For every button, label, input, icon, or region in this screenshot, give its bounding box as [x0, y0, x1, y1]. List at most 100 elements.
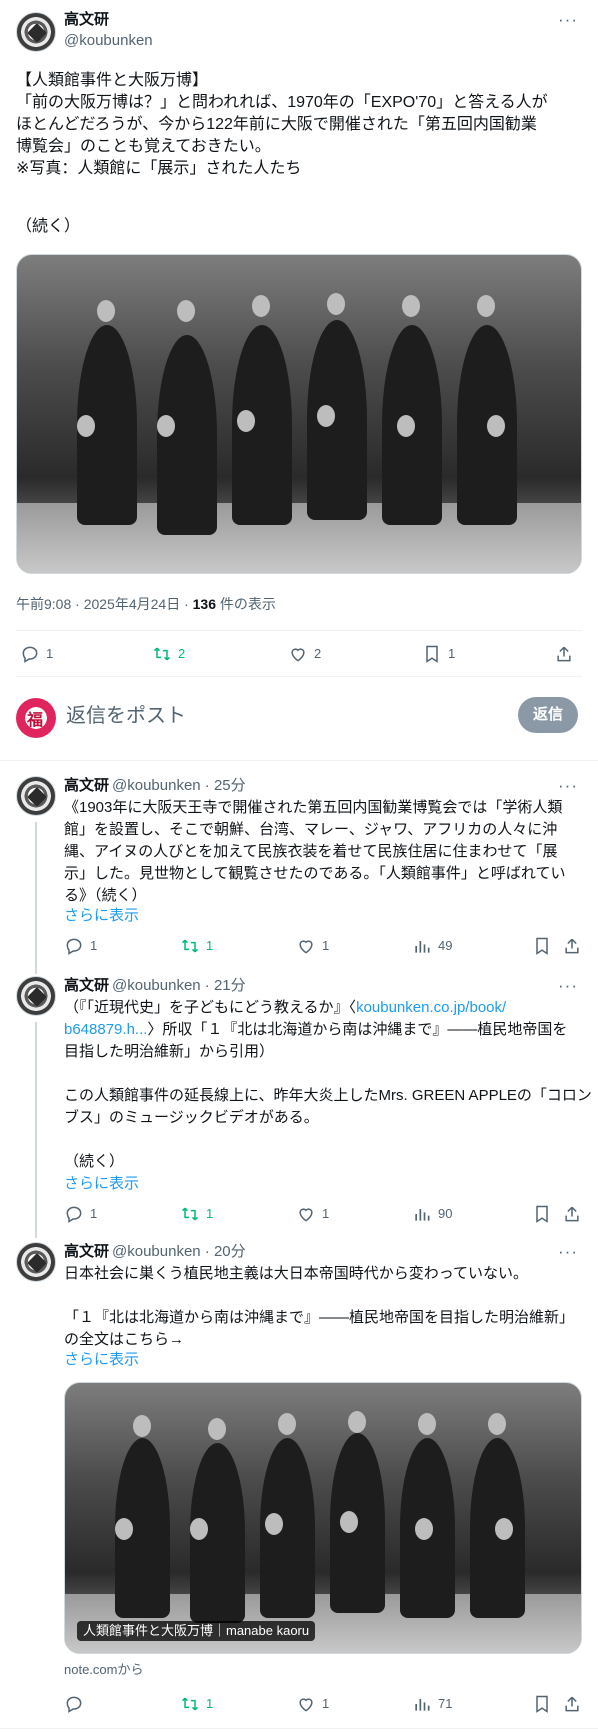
reply-author-name[interactable]: 高文研 [64, 976, 109, 996]
post-timestamp[interactable]: 午前9:08 · 2025年4月24日 · 136 件の表示 [16, 594, 276, 614]
show-more-link[interactable]: さらに表示 [64, 906, 139, 926]
post-text-line: 【人類館事件と大阪万博】 [16, 72, 209, 89]
photo-face [133, 1415, 151, 1437]
reply-text-line: る》（続く） [64, 887, 147, 904]
reply-button[interactable]: 1 [64, 936, 97, 956]
reply-text-line: の全文はこちら→ [64, 1331, 185, 1348]
post-photo[interactable] [16, 254, 582, 574]
link-card-title: 人類館事件と大阪万博｜manabe kaoru [77, 1621, 316, 1641]
photo-face [115, 1518, 133, 1540]
reply-author-name[interactable]: 高文研 [64, 1242, 109, 1262]
bookmark-button[interactable]: 1 [422, 644, 455, 664]
like-button[interactable]: 2 [288, 644, 321, 664]
views-count: 49 [438, 938, 453, 953]
share-button[interactable] [562, 1204, 582, 1224]
views-button[interactable]: 49 [412, 936, 452, 956]
author-avatar[interactable] [16, 12, 56, 52]
reply-author-handle[interactable]: @koubunken · 20分 [112, 1242, 246, 1262]
reply-author-handle[interactable]: @koubunken · 21分 [112, 976, 246, 996]
reply-text-line: ブス」のミュージックビデオがある。 [64, 1109, 319, 1126]
post-text-line: ほとんどだろうが、今から122年前に大阪で開催された「第五回内国勧業 [16, 116, 537, 133]
current-user-avatar[interactable]: 福 [16, 698, 56, 738]
views-button[interactable]: 90 [412, 1204, 452, 1224]
reply-icon [66, 1696, 82, 1713]
photo-face [177, 300, 195, 322]
share-button[interactable] [562, 936, 582, 956]
bookmark-count: 1 [448, 646, 456, 661]
reply-count: 1 [90, 938, 98, 953]
post-text-line: （続く） [16, 218, 81, 235]
reply-button[interactable] [64, 1694, 84, 1714]
views-icon [415, 1209, 430, 1221]
retweet-count: 1 [206, 1696, 214, 1711]
bookmark-button[interactable] [532, 936, 552, 956]
like-button[interactable]: 1 [296, 936, 329, 956]
like-button[interactable]: 1 [296, 1204, 329, 1224]
reply-input[interactable]: 返信をポスト [66, 704, 186, 728]
reply-avatar[interactable] [16, 1242, 56, 1282]
photo-face [477, 295, 495, 317]
more-options-icon[interactable]: ··· [558, 10, 578, 30]
author-name[interactable]: 高文研 [64, 10, 109, 30]
source-link[interactable]: koubunken.co.jp/book/ [356, 999, 506, 1016]
more-options-icon[interactable]: ··· [558, 1242, 578, 1262]
current-user-avatar-glyph: 福 [27, 712, 44, 729]
photo-face [190, 1518, 208, 1540]
heart-icon [299, 1698, 313, 1712]
link-card-photo[interactable]: 人類館事件と大阪万博｜manabe kaoru [64, 1382, 582, 1654]
photo-face [495, 1518, 513, 1540]
reply-author-name[interactable]: 高文研 [64, 776, 109, 796]
bookmark-icon [536, 937, 548, 955]
retweet-button[interactable]: 2 [152, 644, 185, 664]
show-more-link[interactable]: さらに表示 [64, 1174, 139, 1194]
photo-face [252, 295, 270, 317]
reply-icon [66, 938, 82, 955]
reply-text-line: （『「近現代史」を子どもにどう教えるか』〈koubunken.co.jp/boo… [64, 998, 506, 1018]
like-count: 2 [314, 646, 322, 661]
post-text-line: 「前の大阪万博は？」と問われれば、1970年の「EXPO'70」と答える人が [16, 94, 548, 111]
like-count: 1 [322, 938, 330, 953]
reply-text-line: b648879.h...〉所収「１『北は北海道から南は沖縄まで』――植民地帝国を [64, 1020, 567, 1040]
divider [16, 676, 582, 677]
bookmark-button[interactable] [532, 1204, 552, 1224]
more-options-icon[interactable]: ··· [558, 976, 578, 996]
retweet-icon [181, 1207, 199, 1221]
reply-text-fragment: 〉所収「１『北は北海道から南は沖縄まで』――植民地帝国を [147, 1021, 568, 1038]
photo-face [418, 1413, 436, 1435]
retweet-button[interactable]: 1 [180, 936, 213, 956]
reply-button[interactable]: 1 [20, 644, 53, 664]
retweet-button[interactable]: 1 [180, 1204, 213, 1224]
photo-face [208, 1418, 226, 1440]
bookmark-button[interactable] [532, 1694, 552, 1714]
views-button[interactable]: 71 [412, 1694, 452, 1714]
reply-text-line: 《1903年に大阪天王寺で開催された第五回内国勧業博覧会では「学術人類 [64, 799, 563, 816]
more-options-icon[interactable]: ··· [558, 776, 578, 796]
heart-icon [291, 648, 305, 662]
views-icon [415, 1699, 430, 1711]
reply-avatar[interactable] [16, 976, 56, 1016]
share-button[interactable] [554, 644, 574, 664]
views-count: 136 [192, 596, 216, 612]
reply-avatar[interactable] [16, 776, 56, 816]
post-time[interactable]: 午前9:08 · 2025年4月24日 · [16, 596, 193, 612]
share-button[interactable] [562, 1694, 582, 1714]
source-link[interactable]: b648879.h... [64, 1021, 147, 1038]
show-more-link[interactable]: さらに表示 [64, 1350, 139, 1370]
like-button[interactable]: 1 [296, 1694, 329, 1714]
reply-button[interactable]: 1 [64, 1204, 97, 1224]
link-card-source[interactable]: note.comから [64, 1662, 143, 1678]
post-text-line: ※写真：人類館に「展示」された人たち [16, 160, 302, 177]
photo-face [340, 1511, 358, 1533]
reply-author-handle[interactable]: @koubunken · 25分 [112, 776, 246, 796]
photo-face [487, 415, 505, 437]
retweet-button[interactable]: 1 [180, 1694, 213, 1714]
author-handle[interactable]: @koubunken [64, 31, 153, 51]
photo-face [415, 1518, 433, 1540]
bookmark-icon [426, 645, 438, 663]
reply-text-line: 館」を設置し、そこで朝鮮、台湾、マレー、ジャワ、アフリカの人々に沖 [64, 821, 558, 838]
reply-submit-button[interactable]: 返信 [518, 697, 578, 733]
views-count: 90 [438, 1206, 453, 1221]
divider [16, 630, 582, 631]
reply-count: 1 [46, 646, 54, 661]
share-icon [565, 938, 579, 954]
